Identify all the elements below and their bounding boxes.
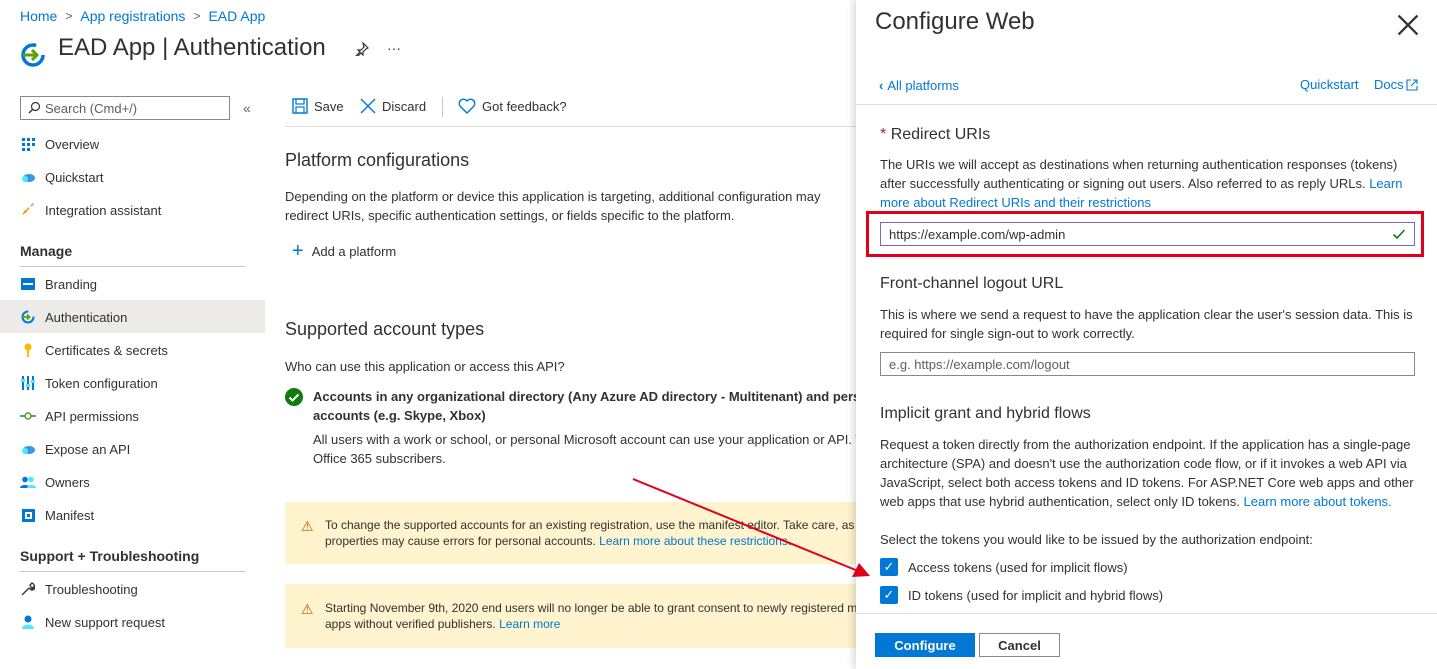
annotation-arrow	[632, 478, 870, 577]
